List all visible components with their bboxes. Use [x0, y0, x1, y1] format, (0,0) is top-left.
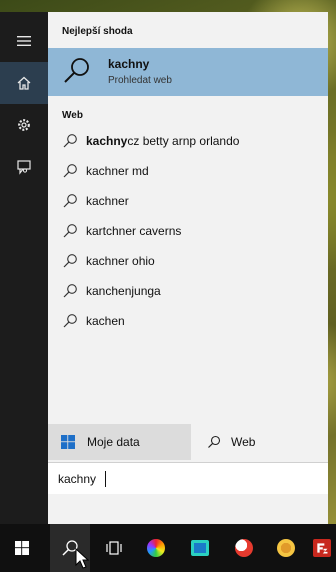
web-result-label: kachnycz betty arnp orlando	[86, 134, 240, 148]
monitor-app-icon	[191, 540, 209, 556]
web-result-label: kachner ohio	[86, 254, 155, 268]
web-result-row[interactable]: kachner md	[48, 158, 328, 184]
web-filter-label: Web	[231, 435, 256, 449]
web-result-label: kachen	[86, 314, 125, 328]
start-rail	[0, 12, 48, 524]
web-result-row[interactable]: kachen	[48, 308, 328, 334]
my-data-filter-button[interactable]: Moje data	[48, 424, 191, 460]
search-icon	[63, 314, 77, 328]
hamburger-menu-button[interactable]	[0, 20, 48, 62]
my-data-label: Moje data	[87, 435, 140, 449]
task-view-icon	[106, 541, 122, 555]
search-icon	[63, 224, 77, 238]
web-result-label: kachner	[86, 194, 129, 208]
web-result-row[interactable]: kachnycz betty arnp orlando	[48, 128, 328, 154]
web-heading: Web	[62, 110, 83, 121]
search-icon	[63, 164, 77, 178]
web-result-label: kartchner caverns	[86, 224, 182, 238]
web-result-row[interactable]: kachner	[48, 188, 328, 214]
best-match-result[interactable]: kachny Prohledat web	[48, 48, 328, 96]
web-filter-button[interactable]: Web	[191, 424, 328, 460]
taskbar-app-2[interactable]	[180, 524, 220, 572]
search-icon	[63, 284, 77, 298]
search-input[interactable]	[58, 470, 308, 488]
task-view-button[interactable]	[94, 524, 134, 572]
yellow-app-icon	[277, 539, 295, 557]
text-caret	[105, 471, 106, 487]
search-icon	[64, 58, 89, 83]
settings-gear-icon	[18, 119, 30, 131]
feedback-icon	[17, 160, 31, 175]
search-icon	[63, 254, 77, 268]
web-result-row[interactable]: kartchner caverns	[48, 218, 328, 244]
settings-button[interactable]	[0, 104, 48, 146]
taskbar-filezilla[interactable]	[308, 524, 336, 572]
search-icon	[63, 134, 77, 148]
filter-bar: Moje data Web	[48, 424, 328, 460]
search-box[interactable]	[48, 462, 328, 494]
web-result-row[interactable]: kachner ohio	[48, 248, 328, 274]
search-icon	[208, 435, 221, 448]
taskbar-app-4[interactable]	[266, 524, 306, 572]
best-match-title: kachny	[108, 57, 150, 71]
search-icon	[63, 194, 77, 208]
feedback-button[interactable]	[0, 146, 48, 188]
web-result-label: kanchenjunga	[86, 284, 161, 298]
taskbar	[0, 524, 336, 572]
best-match-subtitle: Prohledat web	[108, 75, 172, 86]
hamburger-menu-icon	[17, 36, 31, 46]
colorful-app-icon	[147, 539, 165, 557]
web-result-row[interactable]: kanchenjunga	[48, 278, 328, 304]
start-icon	[15, 541, 29, 555]
start-button[interactable]	[0, 524, 44, 572]
mouse-cursor-icon	[75, 548, 90, 569]
taskbar-app-1[interactable]	[136, 524, 176, 572]
web-result-label: kachner md	[86, 164, 149, 178]
best-match-heading: Nejlepší shoda	[62, 26, 133, 37]
taskbar-app-3[interactable]	[224, 524, 264, 572]
home-icon	[17, 76, 31, 90]
home-button[interactable]	[0, 62, 48, 104]
filezilla-icon	[313, 539, 331, 557]
red-white-app-icon	[235, 539, 253, 557]
windows-icon	[61, 435, 75, 449]
